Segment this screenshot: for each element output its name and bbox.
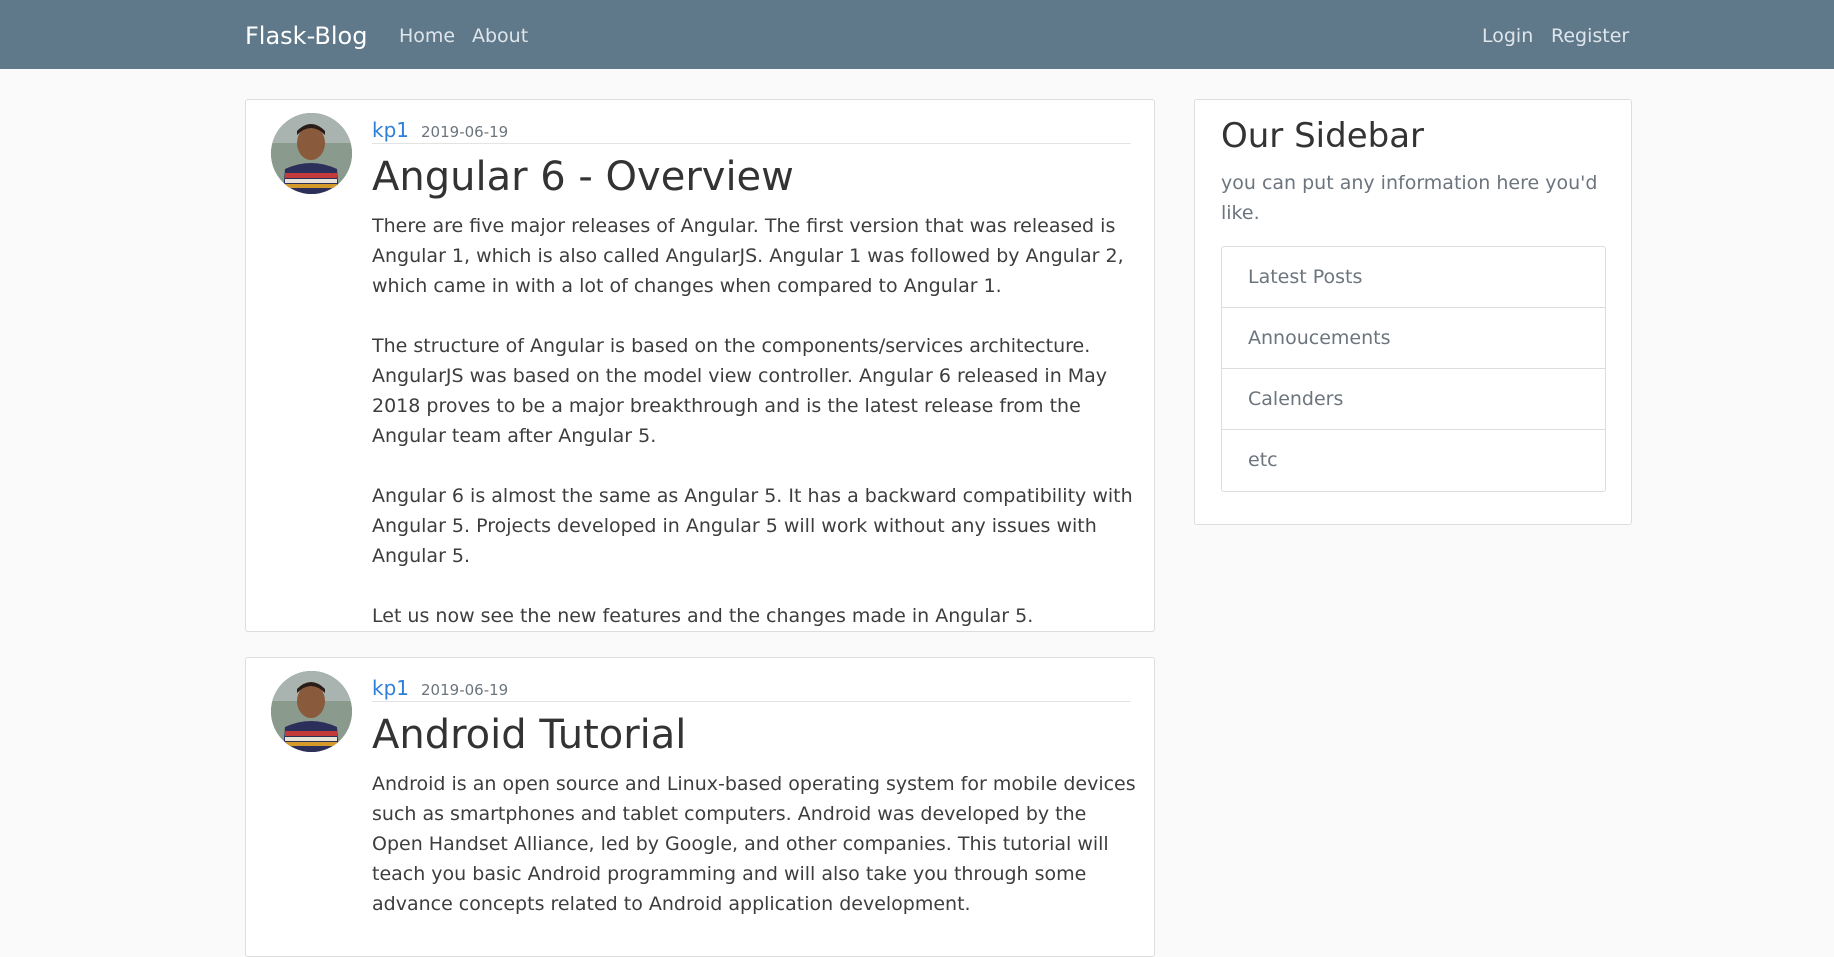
sidebar-list: Latest Posts Annoucements Calenders etc xyxy=(1221,246,1606,492)
sidebar-item-latest-posts[interactable]: Latest Posts xyxy=(1222,247,1605,308)
post-date: 2019-06-19 xyxy=(421,123,509,141)
author-avatar xyxy=(271,113,352,194)
nav-link-register[interactable]: Register xyxy=(1551,23,1629,49)
sidebar-title: Our Sidebar xyxy=(1221,116,1425,156)
post-title-link[interactable]: Angular 6 - Overview xyxy=(372,151,794,203)
author-link[interactable]: kp1 xyxy=(372,118,409,142)
post-paragraph: The structure of Angular is based on the… xyxy=(372,335,1108,447)
brand-link[interactable]: Flask-Blog xyxy=(245,20,367,52)
post-card: kp1 2019-06-19 Android Tutorial Android i… xyxy=(245,657,1155,957)
sidebar-item-announcements[interactable]: Annoucements xyxy=(1222,308,1605,369)
post-paragraph: Let us now see the new features and the … xyxy=(372,605,1034,627)
sidebar-lead: you can put any information here you'd l… xyxy=(1221,172,1598,224)
nav-link-home[interactable]: Home xyxy=(399,23,455,49)
post-date: 2019-06-19 xyxy=(421,681,509,699)
sidebar-item-calendars[interactable]: Calenders xyxy=(1222,369,1605,430)
author-avatar xyxy=(271,671,352,752)
post-content: There are five major releases of Angular… xyxy=(372,211,1140,661)
nav-link-login[interactable]: Login xyxy=(1482,23,1533,49)
post-paragraph: Android is an open source and Linux-base… xyxy=(372,773,1136,915)
post-card: kp1 2019-06-19 Angular 6 - Overview There… xyxy=(245,99,1155,632)
sidebar-item-etc[interactable]: etc xyxy=(1222,430,1605,491)
sidebar: Our Sidebar you can put any information … xyxy=(1194,99,1632,525)
post-title-link[interactable]: Android Tutorial xyxy=(372,709,686,761)
author-link[interactable]: kp1 xyxy=(372,676,409,700)
top-navbar: Flask-Blog Home About Login Register xyxy=(0,0,1834,69)
post-meta: kp1 2019-06-19 xyxy=(372,675,1131,702)
post-paragraph: There are five major releases of Angular… xyxy=(372,215,1124,297)
post-meta: kp1 2019-06-19 xyxy=(372,117,1131,144)
nav-link-about[interactable]: About xyxy=(472,23,528,49)
post-paragraph: Angular 6 is almost the same as Angular … xyxy=(372,485,1133,567)
post-content: Android is an open source and Linux-base… xyxy=(372,769,1140,949)
